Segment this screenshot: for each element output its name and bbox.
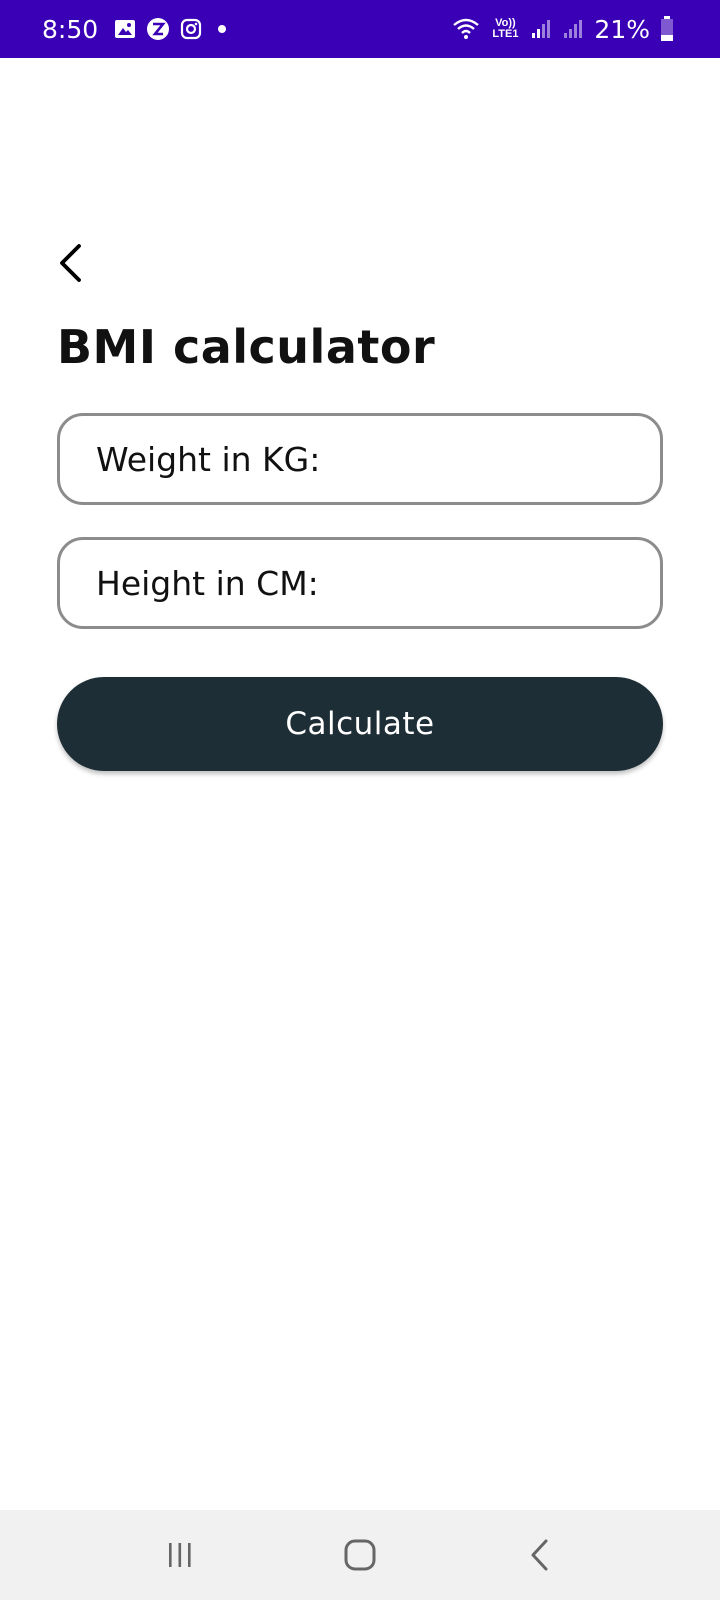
zoom-app-icon [146,17,170,41]
status-right: Vo)) LTE1 21% [452,15,674,44]
status-left: 8:50 [42,15,232,44]
system-nav-bar [0,1510,720,1600]
signal-icon [530,18,552,40]
wifi-icon [452,17,480,41]
volte-icon: Vo)) LTE1 [492,17,519,40]
back-button[interactable] [50,238,90,288]
gallery-icon [114,18,136,40]
page-title: BMI calculator [57,320,436,374]
main-content: BMI calculator Calculate [0,58,720,1510]
weight-input[interactable] [96,439,660,479]
status-time: 8:50 [42,14,99,44]
chevron-left-icon [60,244,81,282]
height-input[interactable] [96,563,660,603]
height-field[interactable] [57,537,663,629]
home-icon [344,1539,376,1571]
home-button[interactable] [320,1520,400,1590]
status-bar: 8:50 Vo)) LTE1 21% [0,0,720,58]
back-icon [531,1539,548,1571]
system-back-button[interactable] [500,1520,580,1590]
calculate-button[interactable]: Calculate [57,677,663,771]
signal-icon [562,18,584,40]
notification-dot-icon [212,19,232,39]
weight-field[interactable] [57,413,663,505]
battery-icon [660,16,674,42]
recent-apps-button[interactable] [140,1520,220,1590]
recent-apps-icon [169,1543,191,1567]
battery-percent: 21% [594,14,650,44]
instagram-icon [180,18,202,40]
